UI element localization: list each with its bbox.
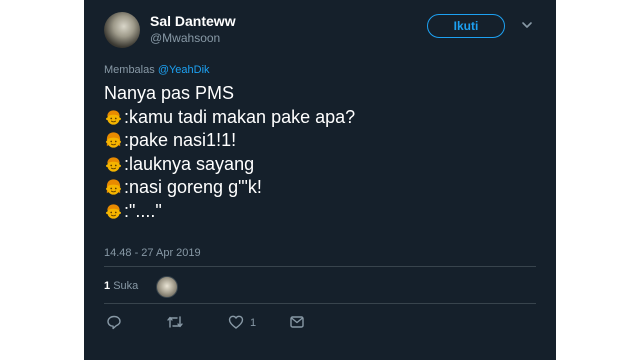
tweet-line: Nanya pas PMS: [104, 82, 534, 106]
tweet-line: :lauknya sayang: [104, 153, 534, 177]
tweet-line-text: :kamu tadi makan pake apa?: [124, 106, 356, 127]
boy-face-icon: [104, 202, 123, 221]
reply-context: Membalas @YeahDik: [104, 64, 210, 76]
boy-face-icon: [104, 108, 123, 127]
likes-count: 1: [104, 280, 111, 292]
retweet-icon[interactable]: [166, 314, 184, 330]
follow-button[interactable]: Ikuti: [427, 14, 505, 38]
tweet-line: :"....": [104, 200, 534, 224]
tweet-line-text: :pake nasi1!1!: [124, 130, 237, 150]
likes-label: Suka: [113, 280, 139, 292]
chevron-down-icon[interactable]: [520, 18, 534, 32]
liker-avatar[interactable]: [156, 276, 178, 298]
tweet-line: :kamu tadi makan pake apa?: [104, 106, 534, 130]
tweet-card: Sal Danteww @Mwahsoon Ikuti Membalas @Ye…: [84, 0, 556, 360]
reply-icon[interactable]: [106, 314, 122, 330]
tweet-line-text: :"....": [124, 200, 162, 221]
heart-icon[interactable]: [228, 314, 244, 330]
girl-face-icon: [104, 131, 123, 150]
display-name[interactable]: Sal Danteww: [150, 13, 236, 29]
boy-face-icon: [104, 155, 123, 174]
tweet-line-text: :nasi goreng g"'k!: [124, 177, 262, 197]
divider: [104, 303, 536, 304]
likes-summary[interactable]: 1 Suka: [104, 280, 138, 292]
tweet-line: :pake nasi1!1!: [104, 129, 534, 153]
message-icon[interactable]: [289, 314, 305, 330]
user-handle[interactable]: @Mwahsoon: [150, 31, 220, 45]
reply-prefix: Membalas: [104, 64, 155, 76]
like-action-count: 1: [250, 317, 257, 329]
avatar[interactable]: [104, 12, 140, 48]
tweet-line-text: Nanya pas PMS: [104, 83, 235, 103]
girl-face-icon: [104, 178, 123, 197]
tweet-line: :nasi goreng g"'k!: [104, 176, 534, 200]
timestamp[interactable]: 14.48 - 27 Apr 2019: [104, 247, 201, 259]
tweet-line-text: :lauknya sayang: [124, 153, 255, 174]
tweet-text: Nanya pas PMS :kamu tadi makan pake apa?:…: [104, 82, 534, 223]
divider: [104, 266, 536, 267]
reply-mention-link[interactable]: @YeahDik: [158, 64, 210, 76]
